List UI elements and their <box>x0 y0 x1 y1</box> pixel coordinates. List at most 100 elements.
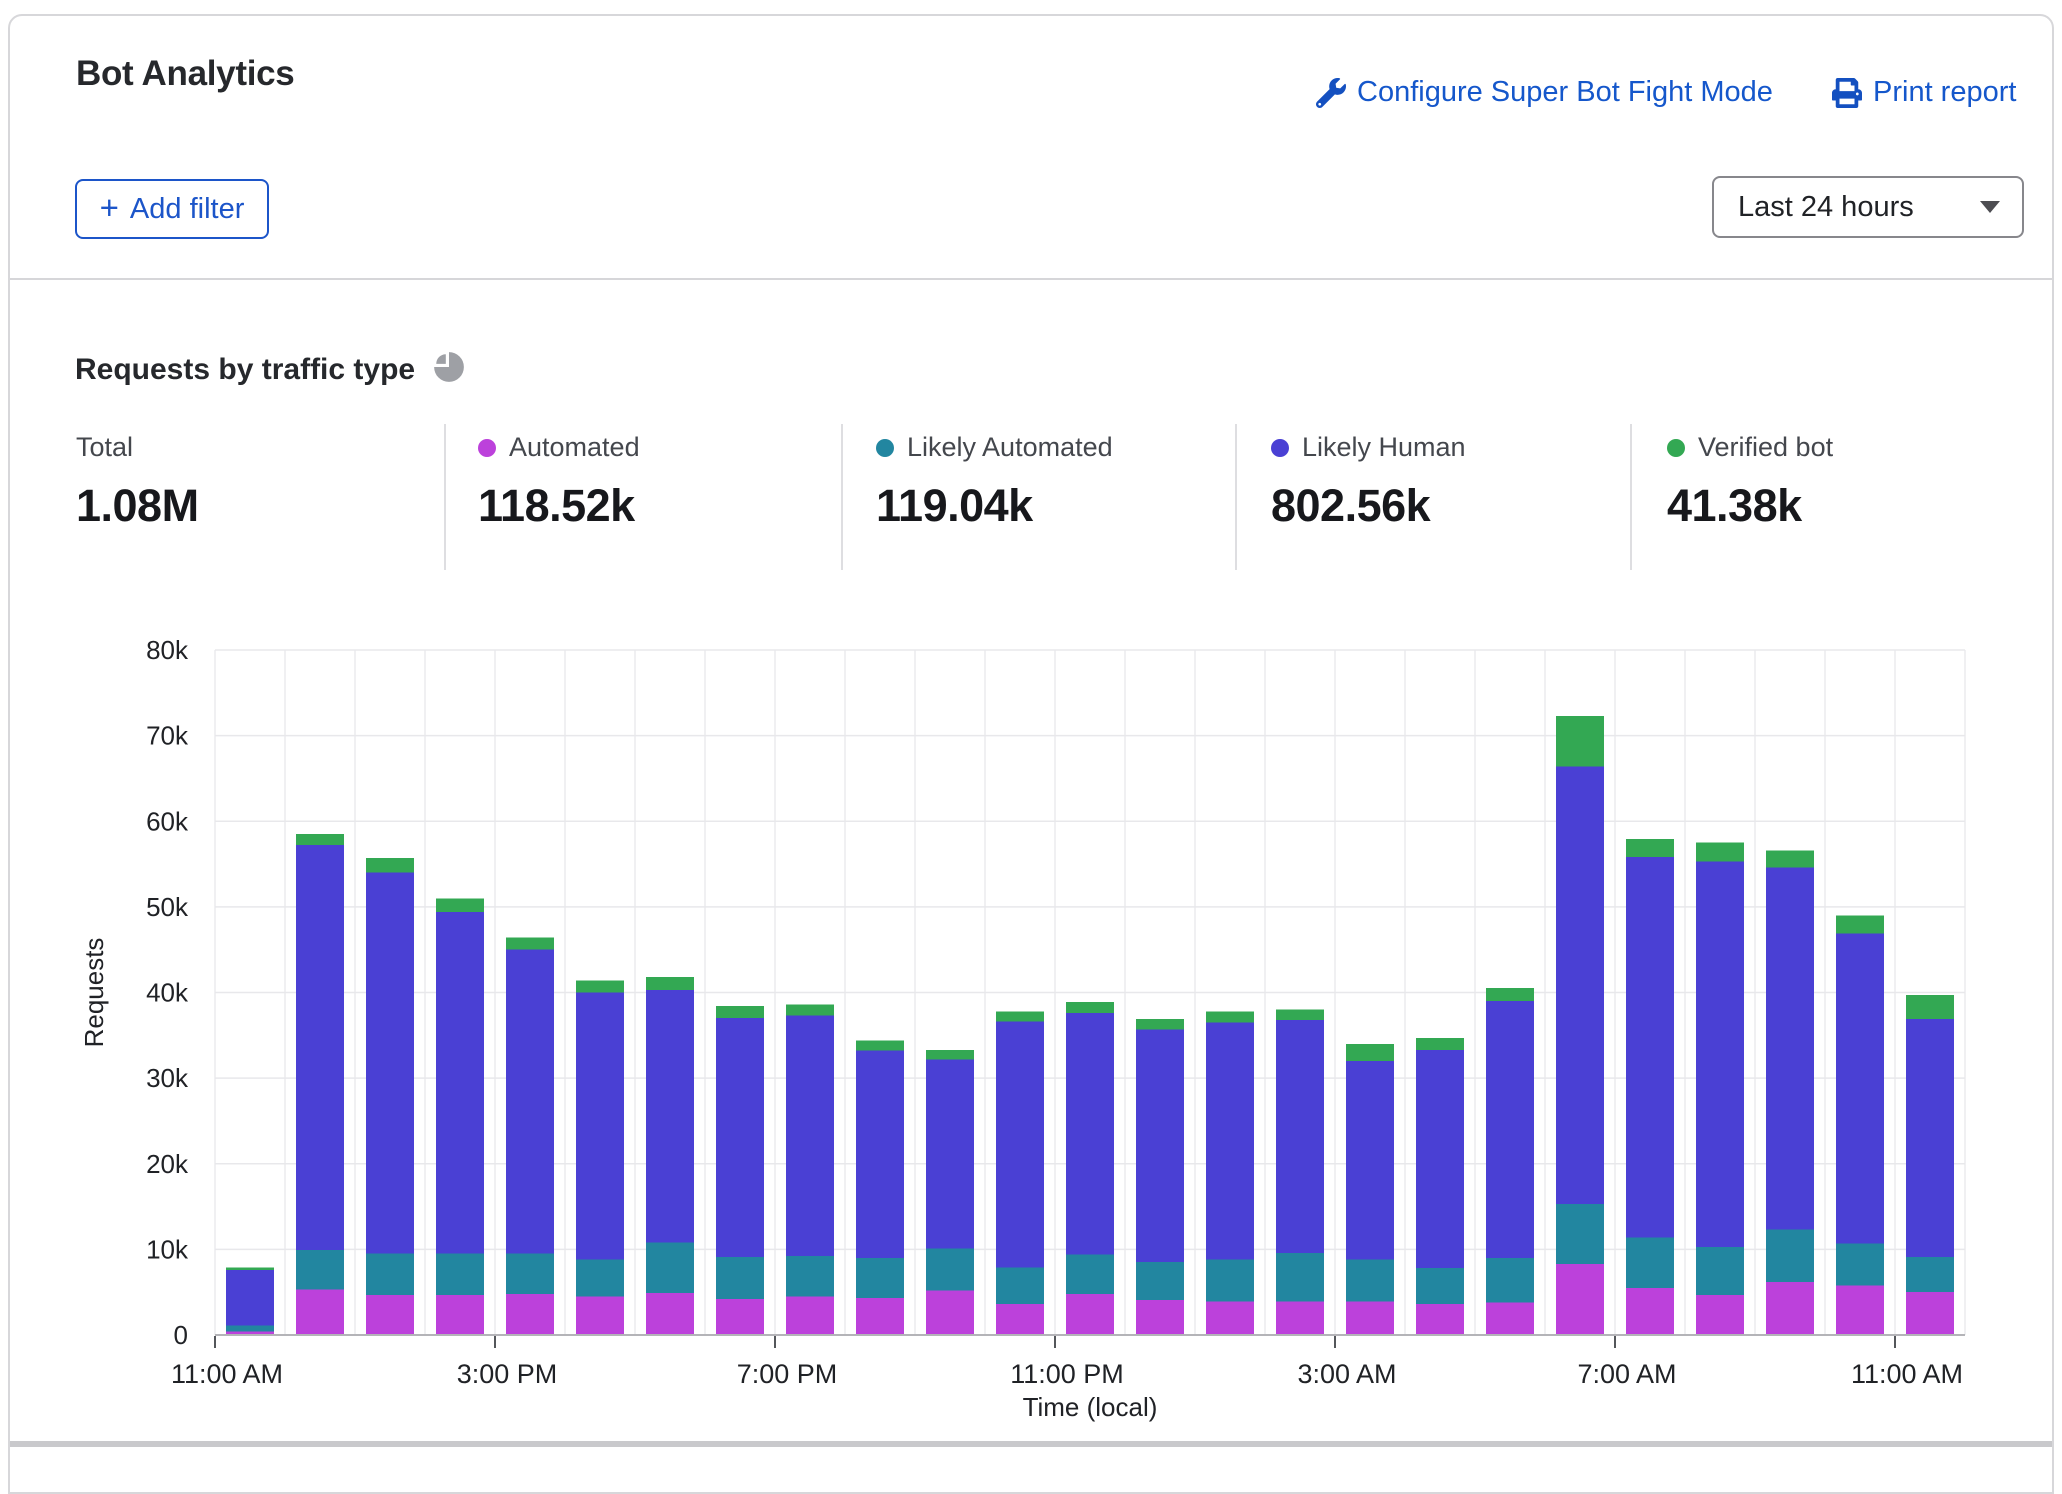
print-report-link[interactable]: Print report <box>1832 76 2016 109</box>
bar-segment[interactable] <box>1486 1302 1534 1335</box>
bar-segment[interactable] <box>1696 1247 1744 1295</box>
bar-segment[interactable] <box>786 1004 834 1015</box>
bar-segment[interactable] <box>226 1267 274 1270</box>
bar-segment[interactable] <box>646 990 694 1243</box>
bar-segment[interactable] <box>226 1270 274 1326</box>
bar-segment[interactable] <box>1556 1204 1604 1264</box>
bar-segment[interactable] <box>366 1254 414 1295</box>
configure-super-bot-fight-mode-link[interactable]: Configure Super Bot Fight Mode <box>1316 76 1773 109</box>
bar-segment[interactable] <box>926 1290 974 1335</box>
bar-segment[interactable] <box>576 1260 624 1297</box>
bar-segment[interactable] <box>1346 1061 1394 1260</box>
bar-segment[interactable] <box>1066 1294 1114 1335</box>
bar-segment[interactable] <box>1556 766 1604 1204</box>
add-filter-button[interactable]: + Add filter <box>75 179 269 239</box>
bar-segment[interactable] <box>1276 1253 1324 1302</box>
bar-segment[interactable] <box>296 845 344 1250</box>
bar-segment[interactable] <box>1276 1020 1324 1253</box>
bar-segment[interactable] <box>1416 1268 1464 1304</box>
bar-segment[interactable] <box>1416 1050 1464 1268</box>
bar-segment[interactable] <box>996 1011 1044 1021</box>
bar-segment[interactable] <box>1836 915 1884 933</box>
bar-segment[interactable] <box>436 1254 484 1295</box>
bar-segment[interactable] <box>296 1290 344 1335</box>
bar-segment[interactable] <box>1906 1019 1954 1257</box>
bar-segment[interactable] <box>1066 1002 1114 1013</box>
bar-segment[interactable] <box>646 1243 694 1294</box>
bar-segment[interactable] <box>226 1326 274 1332</box>
bar-segment[interactable] <box>1066 1255 1114 1294</box>
bar-segment[interactable] <box>646 1293 694 1335</box>
bar-segment[interactable] <box>506 1254 554 1294</box>
bar-segment[interactable] <box>1556 716 1604 767</box>
bar-segment[interactable] <box>1276 1010 1324 1020</box>
bar-segment[interactable] <box>436 898 484 912</box>
bar-segment[interactable] <box>786 1296 834 1335</box>
bar-segment[interactable] <box>1556 1264 1604 1335</box>
bar-segment[interactable] <box>1696 861 1744 1246</box>
bar-segment[interactable] <box>436 912 484 1254</box>
bar-segment[interactable] <box>1766 867 1814 1229</box>
bar-segment[interactable] <box>1206 1022 1254 1259</box>
bar-segment[interactable] <box>856 1040 904 1050</box>
bar-segment[interactable] <box>716 1018 764 1257</box>
bar-segment[interactable] <box>1906 995 1954 1019</box>
bar-segment[interactable] <box>1626 1288 1674 1335</box>
bar-segment[interactable] <box>1906 1257 1954 1292</box>
requests-by-traffic-type-chart[interactable]: 11:00 AM3:00 PM7:00 PM11:00 PM3:00 AM7:0… <box>0 595 2062 1450</box>
time-range-select[interactable]: Last 24 hours <box>1712 176 2024 238</box>
bar-segment[interactable] <box>1486 1001 1534 1258</box>
bar-segment[interactable] <box>926 1050 974 1059</box>
bar-segment[interactable] <box>1346 1044 1394 1061</box>
bar-segment[interactable] <box>786 1016 834 1257</box>
bar-segment[interactable] <box>1136 1262 1184 1300</box>
bar-segment[interactable] <box>1206 1260 1254 1302</box>
bar-segment[interactable] <box>1206 1011 1254 1022</box>
bar-segment[interactable] <box>856 1051 904 1258</box>
bar-segment[interactable] <box>1416 1304 1464 1335</box>
bar-segment[interactable] <box>1276 1302 1324 1335</box>
bar-segment[interactable] <box>1486 1258 1534 1303</box>
bar-segment[interactable] <box>1416 1038 1464 1050</box>
bar-segment[interactable] <box>926 1059 974 1248</box>
bar-segment[interactable] <box>576 1296 624 1335</box>
bar-segment[interactable] <box>996 1022 1044 1268</box>
bar-segment[interactable] <box>296 1250 344 1289</box>
bar-segment[interactable] <box>1696 843 1744 862</box>
bar-segment[interactable] <box>1486 988 1534 1001</box>
bar-segment[interactable] <box>1836 933 1884 1243</box>
bar-segment[interactable] <box>1136 1300 1184 1335</box>
bar-segment[interactable] <box>716 1006 764 1018</box>
bar-segment[interactable] <box>366 873 414 1254</box>
bar-segment[interactable] <box>856 1258 904 1298</box>
bar-segment[interactable] <box>436 1295 484 1335</box>
bar-segment[interactable] <box>1766 1230 1814 1282</box>
bar-segment[interactable] <box>506 950 554 1254</box>
bar-segment[interactable] <box>1626 839 1674 857</box>
bar-segment[interactable] <box>996 1267 1044 1304</box>
bar-segment[interactable] <box>1836 1243 1884 1285</box>
bar-segment[interactable] <box>786 1256 834 1296</box>
bar-segment[interactable] <box>296 834 344 845</box>
bar-segment[interactable] <box>1626 857 1674 1237</box>
bar-segment[interactable] <box>1346 1302 1394 1335</box>
bar-segment[interactable] <box>716 1299 764 1335</box>
bar-segment[interactable] <box>1836 1285 1884 1335</box>
bar-segment[interactable] <box>1766 1282 1814 1335</box>
bar-segment[interactable] <box>1066 1013 1114 1254</box>
bar-segment[interactable] <box>576 981 624 993</box>
bar-segment[interactable] <box>366 858 414 873</box>
bar-segment[interactable] <box>1136 1029 1184 1262</box>
bar-segment[interactable] <box>1136 1019 1184 1029</box>
bar-segment[interactable] <box>366 1295 414 1335</box>
bar-segment[interactable] <box>506 1294 554 1335</box>
bar-segment[interactable] <box>996 1304 1044 1335</box>
bar-segment[interactable] <box>1766 850 1814 867</box>
bar-segment[interactable] <box>716 1257 764 1299</box>
bar-segment[interactable] <box>1696 1295 1744 1335</box>
bar-segment[interactable] <box>506 938 554 950</box>
bar-segment[interactable] <box>1206 1302 1254 1335</box>
bar-segment[interactable] <box>1346 1260 1394 1302</box>
bar-segment[interactable] <box>926 1249 974 1291</box>
bar-segment[interactable] <box>856 1298 904 1335</box>
